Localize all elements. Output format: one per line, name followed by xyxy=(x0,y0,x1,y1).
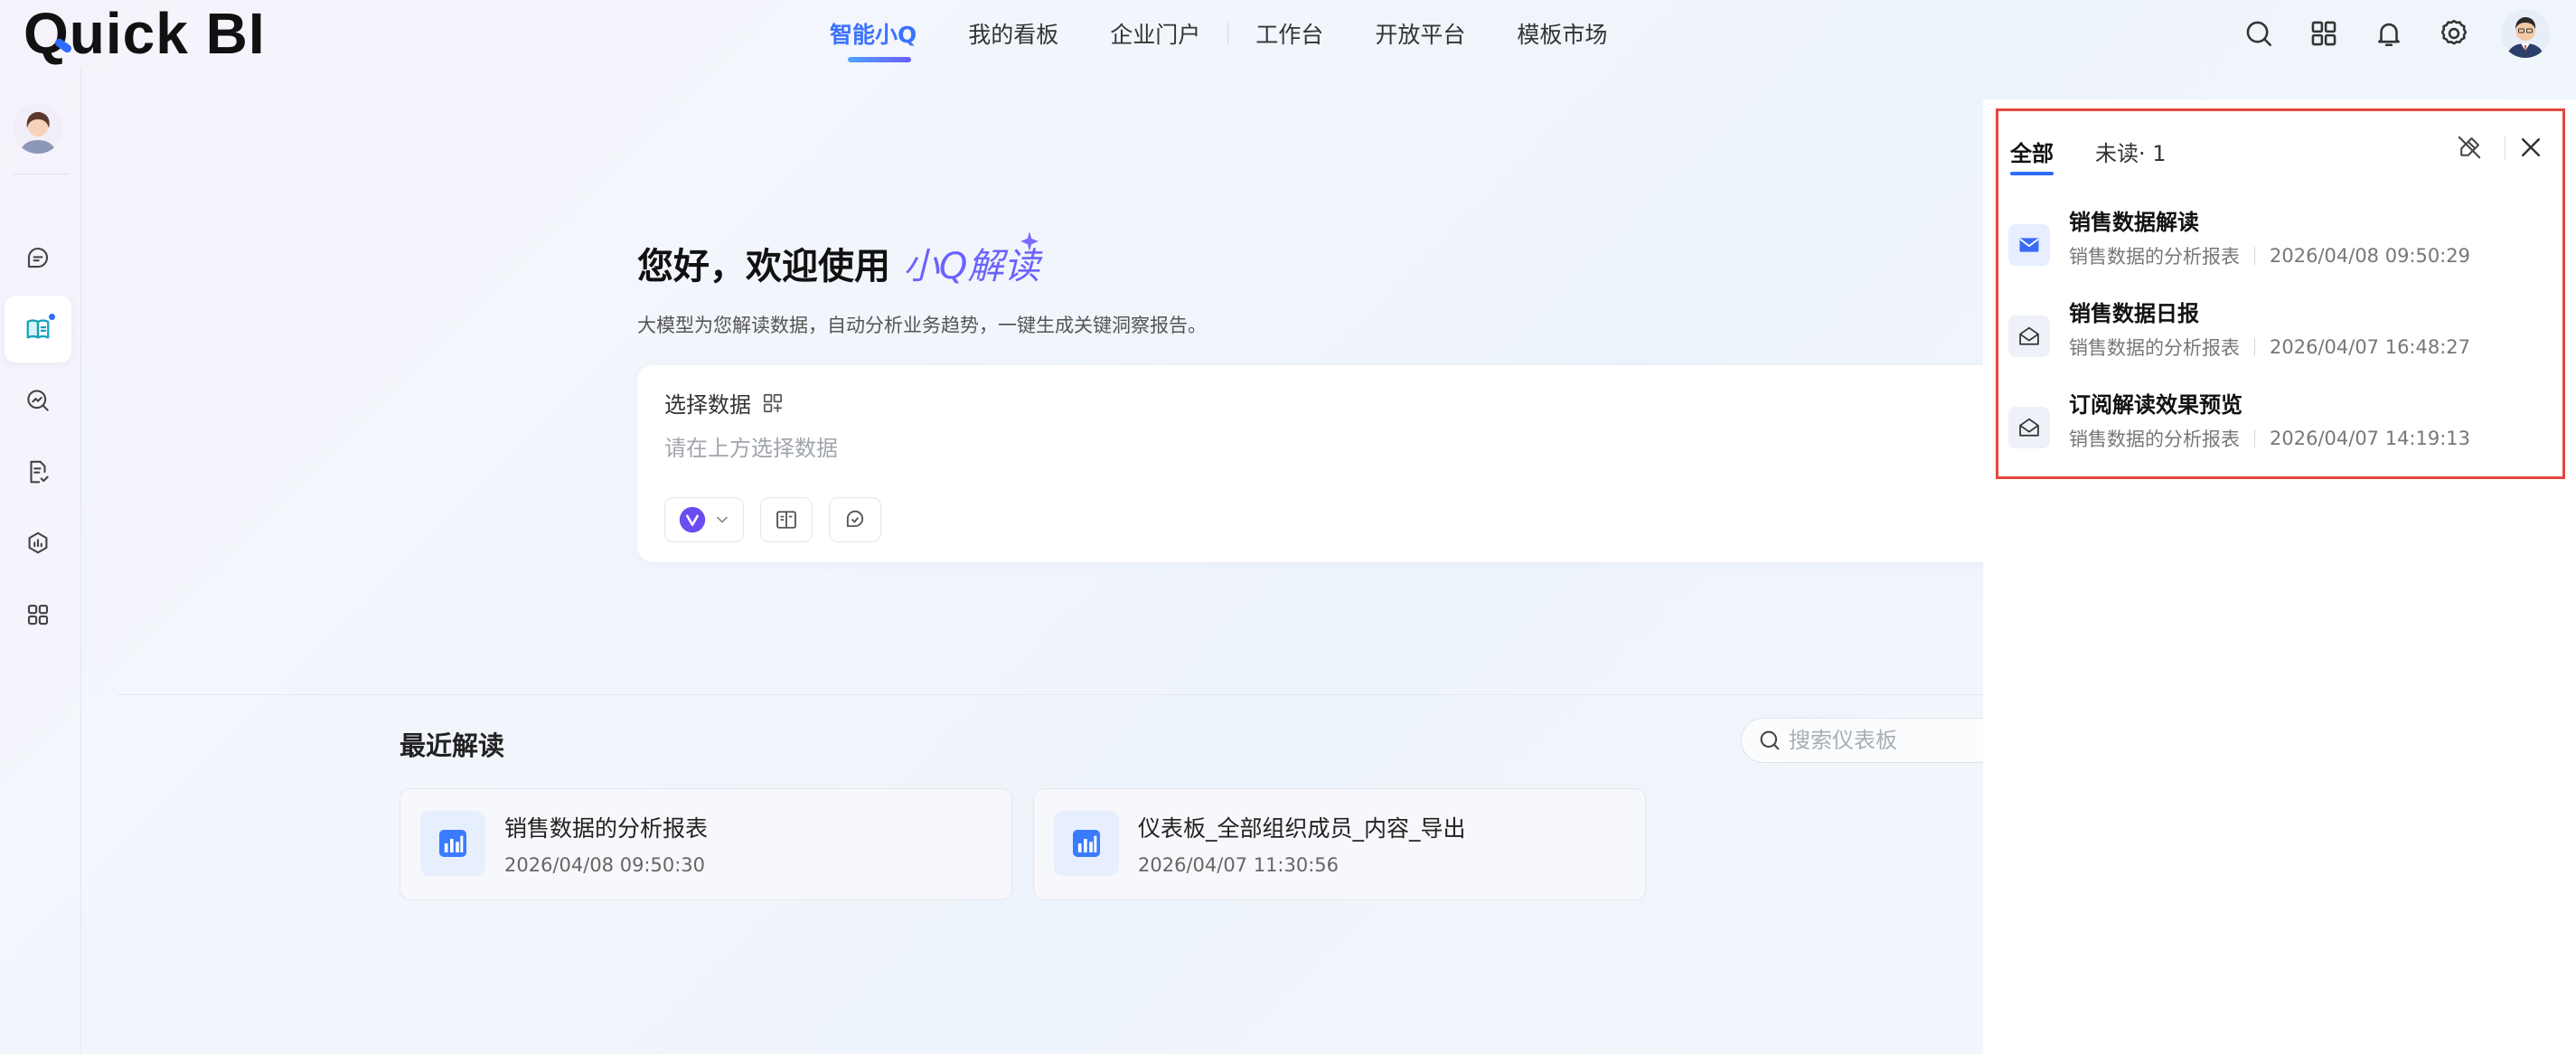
meta-divider xyxy=(2254,429,2255,447)
select-data-label: 选择数据 xyxy=(664,392,751,418)
notification-item[interactable]: 销售数据日报 销售数据的分析报表 2026/04/07 16:48:27 xyxy=(2008,296,2551,377)
sidebar-item-apps[interactable] xyxy=(5,581,71,648)
card-title: 销售数据的分析报表 xyxy=(504,815,709,842)
welcome-title: 您好，欢迎使用 小Q解读 xyxy=(637,231,1039,289)
notification-title: 销售数据日报 xyxy=(2069,301,2199,326)
notification-meta: 销售数据的分析报表 2026/04/08 09:50:29 xyxy=(2069,242,2470,269)
tab-all[interactable]: 全部 xyxy=(2010,136,2054,175)
recent-card[interactable]: 销售数据的分析报表 2026/04/08 09:50:30 xyxy=(400,788,1012,900)
insight-search-icon xyxy=(24,387,52,414)
notification-time: 2026/04/08 09:50:29 xyxy=(2270,245,2471,267)
assistant-avatar[interactable] xyxy=(13,103,63,154)
apps-icon xyxy=(24,601,52,628)
chevron-down-icon xyxy=(713,511,731,529)
document-check-icon xyxy=(24,458,52,485)
bar-chart-icon xyxy=(420,811,485,876)
welcome-subtitle: 大模型为您解读数据，自动分析业务趋势，一键生成关键洞察报告。 xyxy=(637,315,1207,336)
sidebar-item-analysis[interactable] xyxy=(5,510,71,577)
add-data-icon xyxy=(760,391,785,416)
mark-all-read-icon[interactable] xyxy=(2455,133,2484,162)
notification-title: 销售数据解读 xyxy=(2069,210,2199,235)
meta-divider xyxy=(2254,247,2255,265)
mail-open-icon xyxy=(2008,315,2050,357)
select-data-button[interactable]: 选择数据 xyxy=(664,387,785,419)
sidebar-item-chat[interactable] xyxy=(5,224,71,291)
top-bar: Quick BI 智能小Q 我的看板 企业门户 工作台 开放平台 模板市场 xyxy=(0,0,2576,67)
notification-title: 订阅解读效果预览 xyxy=(2069,392,2242,418)
bar-chart-icon xyxy=(1054,811,1119,876)
notification-time: 2026/04/07 14:19:13 xyxy=(2270,428,2471,449)
analysis-icon xyxy=(24,530,52,557)
sidebar-item-documents[interactable] xyxy=(5,438,71,505)
top-actions xyxy=(2241,0,2576,67)
bulb-chat-icon xyxy=(842,507,868,532)
knowledge-button[interactable] xyxy=(760,497,813,542)
app-logo[interactable]: Quick BI xyxy=(24,1,266,66)
sidebar-item-report-reader[interactable] xyxy=(5,296,71,362)
sidebar-item-insight[interactable] xyxy=(5,367,71,434)
recent-card[interactable]: 仪表板_全部组织成员_内容_导出 2026/04/07 11:30:56 xyxy=(1033,788,1646,900)
ask-box: 选择数据 请在上方选择数据 xyxy=(637,365,2056,562)
notification-source: 销售数据的分析报表 xyxy=(2069,246,2240,268)
mail-unread-icon xyxy=(2008,224,2050,266)
mail-open-icon xyxy=(2008,407,2050,448)
logo-text: Quick BI xyxy=(24,1,266,66)
card-time: 2026/04/07 11:30:56 xyxy=(1138,854,1340,876)
app-grid-icon[interactable] xyxy=(2306,15,2342,52)
notification-meta: 销售数据的分析报表 2026/04/07 16:48:27 xyxy=(2069,334,2470,361)
card-title: 仪表板_全部组织成员_内容_导出 xyxy=(1138,815,1466,842)
sparkle-icon xyxy=(1018,230,1041,253)
notification-source: 销售数据的分析报表 xyxy=(2069,428,2240,450)
insight-button[interactable] xyxy=(829,497,881,542)
chat-icon xyxy=(24,244,52,271)
left-sidebar xyxy=(0,67,81,1054)
book-icon xyxy=(774,507,799,532)
nav-item-workbench[interactable]: 工作台 xyxy=(1255,17,1323,50)
section-divider xyxy=(118,694,1988,695)
user-avatar[interactable] xyxy=(2501,9,2550,58)
nav-item-template-market[interactable]: 模板市场 xyxy=(1517,17,1607,50)
welcome-title-text: 您好，欢迎使用 xyxy=(637,246,890,287)
notification-item[interactable]: 订阅解读效果预览 销售数据的分析报表 2026/04/07 14:19:13 xyxy=(2008,387,2551,468)
nav-item-xiaoq[interactable]: 智能小Q xyxy=(830,17,917,62)
model-logo-icon xyxy=(677,504,708,535)
notification-source: 销售数据的分析报表 xyxy=(2069,337,2240,359)
close-icon[interactable] xyxy=(2516,133,2545,162)
unread-dot xyxy=(47,312,57,322)
notification-time: 2026/04/07 16:48:27 xyxy=(2270,336,2471,358)
nav-item-open-platform[interactable]: 开放平台 xyxy=(1375,17,1465,50)
card-time: 2026/04/08 09:50:30 xyxy=(504,854,706,876)
search-icon[interactable] xyxy=(2241,15,2277,52)
bell-icon[interactable] xyxy=(2371,15,2407,52)
main-nav: 智能小Q 我的看板 企业门户 工作台 开放平台 模板市场 xyxy=(830,0,1659,67)
recent-section-title: 最近解读 xyxy=(400,730,505,761)
data-placeholder: 请在上方选择数据 xyxy=(664,436,838,461)
model-selector[interactable] xyxy=(664,497,744,542)
nav-item-my-boards[interactable]: 我的看板 xyxy=(968,17,1058,50)
nav-divider xyxy=(1227,23,1229,44)
notification-meta: 销售数据的分析报表 2026/04/07 14:19:13 xyxy=(2069,425,2470,452)
dashboard-search-input[interactable] xyxy=(1789,728,1988,753)
nav-item-portal[interactable]: 企业门户 xyxy=(1110,17,1200,50)
tab-unread[interactable]: 未读· 1 xyxy=(2095,136,2167,167)
meta-divider xyxy=(2254,338,2255,356)
gear-icon[interactable] xyxy=(2436,15,2472,52)
search-icon xyxy=(1756,727,1783,754)
ask-toolbar xyxy=(664,497,898,542)
notification-item[interactable]: 销售数据解读 销售数据的分析报表 2026/04/08 09:50:29 xyxy=(2008,204,2551,286)
